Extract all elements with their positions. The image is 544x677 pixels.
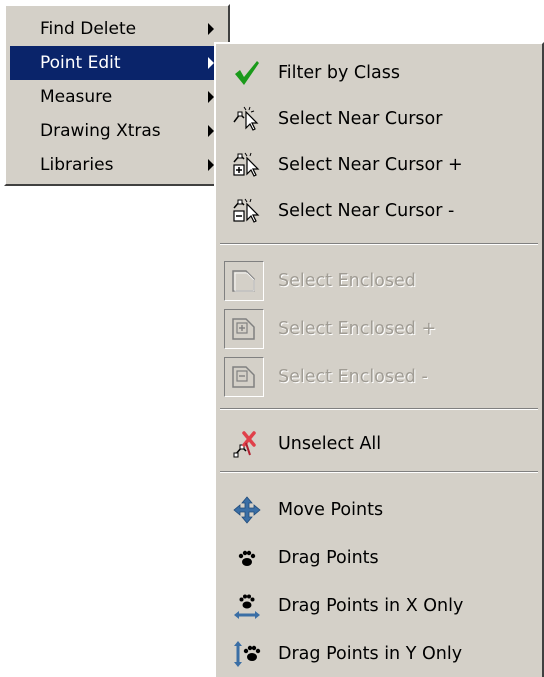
submenu-item-select-enclosed[interactable]: Select Enclosed: [216, 258, 536, 304]
submenu-item-unselect-all[interactable]: Unselect All: [216, 421, 536, 467]
submenu-item-label: Drag Points in Y Only: [278, 644, 463, 664]
select-enclosed-plus-icon: [232, 318, 255, 340]
main-context-menu: Find Delete Point Edit Measure Drawing X…: [4, 4, 230, 186]
menu-item-label: Measure: [40, 87, 113, 107]
drag-points-x-icon: [234, 594, 260, 619]
menu-item-libraries[interactable]: Libraries: [10, 148, 224, 182]
drag-points-y-icon: [234, 641, 261, 667]
menu-item-drawing-xtras[interactable]: Drawing Xtras: [10, 114, 224, 148]
menu-separator: [220, 408, 538, 410]
select-enclosed-minus-icon: [232, 366, 255, 388]
icon-frame: [224, 261, 264, 301]
drag-points-icon: [238, 550, 256, 566]
icon-frame: [224, 309, 264, 349]
submenu-item-label: Select Enclosed -: [278, 367, 428, 387]
submenu-item-select-near-cursor-plus[interactable]: Select Near Cursor +: [216, 142, 536, 188]
submenu-item-label: Select Near Cursor +: [278, 155, 463, 175]
select-near-cursor-minus-icon: [233, 198, 260, 223]
submenu-item-drag-points[interactable]: Drag Points: [216, 535, 536, 581]
menu-item-label: Drawing Xtras: [40, 121, 161, 141]
submenu-item-label: Select Enclosed +: [278, 319, 437, 339]
menu-separator: [220, 471, 538, 473]
submenu-item-label: Drag Points: [278, 548, 379, 568]
menu-item-measure[interactable]: Measure: [10, 80, 224, 114]
menu-item-find-delete[interactable]: Find Delete: [10, 12, 224, 46]
submenu-item-label: Select Near Cursor -: [278, 201, 455, 221]
submenu-item-drag-points-x[interactable]: Drag Points in X Only: [216, 583, 536, 629]
submenu-item-label: Select Enclosed: [278, 271, 416, 291]
submenu-item-label: Move Points: [278, 500, 384, 520]
menu-separator: [220, 243, 538, 245]
submenu-item-label: Select Near Cursor: [278, 109, 443, 129]
select-near-cursor-icon: [233, 106, 259, 131]
submenu-arrow-icon: [208, 23, 214, 35]
unselect-all-icon: [233, 431, 256, 458]
submenu-item-label: Filter by Class: [278, 63, 400, 83]
menu-item-label: Point Edit: [40, 53, 121, 73]
submenu-item-select-enclosed-minus[interactable]: Select Enclosed -: [216, 354, 536, 400]
select-enclosed-icon: [232, 270, 255, 292]
checkmark-icon: [235, 61, 259, 85]
submenu-item-label: Drag Points in X Only: [278, 596, 464, 616]
menu-item-point-edit[interactable]: Point Edit: [10, 46, 224, 80]
menu-item-label: Find Delete: [40, 19, 137, 39]
menu-item-label: Libraries: [40, 155, 114, 175]
select-near-cursor-plus-icon: [233, 152, 260, 177]
submenu-item-move-points[interactable]: Move Points: [216, 487, 536, 533]
submenu-item-label: Unselect All: [278, 434, 382, 454]
icon-frame: [224, 357, 264, 397]
submenu-item-select-near-cursor[interactable]: Select Near Cursor: [216, 96, 536, 142]
submenu-item-drag-points-y[interactable]: Drag Points in Y Only: [216, 631, 536, 677]
submenu-item-filter-by-class[interactable]: Filter by Class: [216, 50, 536, 96]
move-points-icon: [233, 496, 261, 524]
submenu-item-select-near-cursor-minus[interactable]: Select Near Cursor -: [216, 188, 536, 234]
point-edit-submenu: Filter by Class Select Near Cursor Selec…: [214, 42, 544, 677]
submenu-item-select-enclosed-plus[interactable]: Select Enclosed +: [216, 306, 536, 352]
